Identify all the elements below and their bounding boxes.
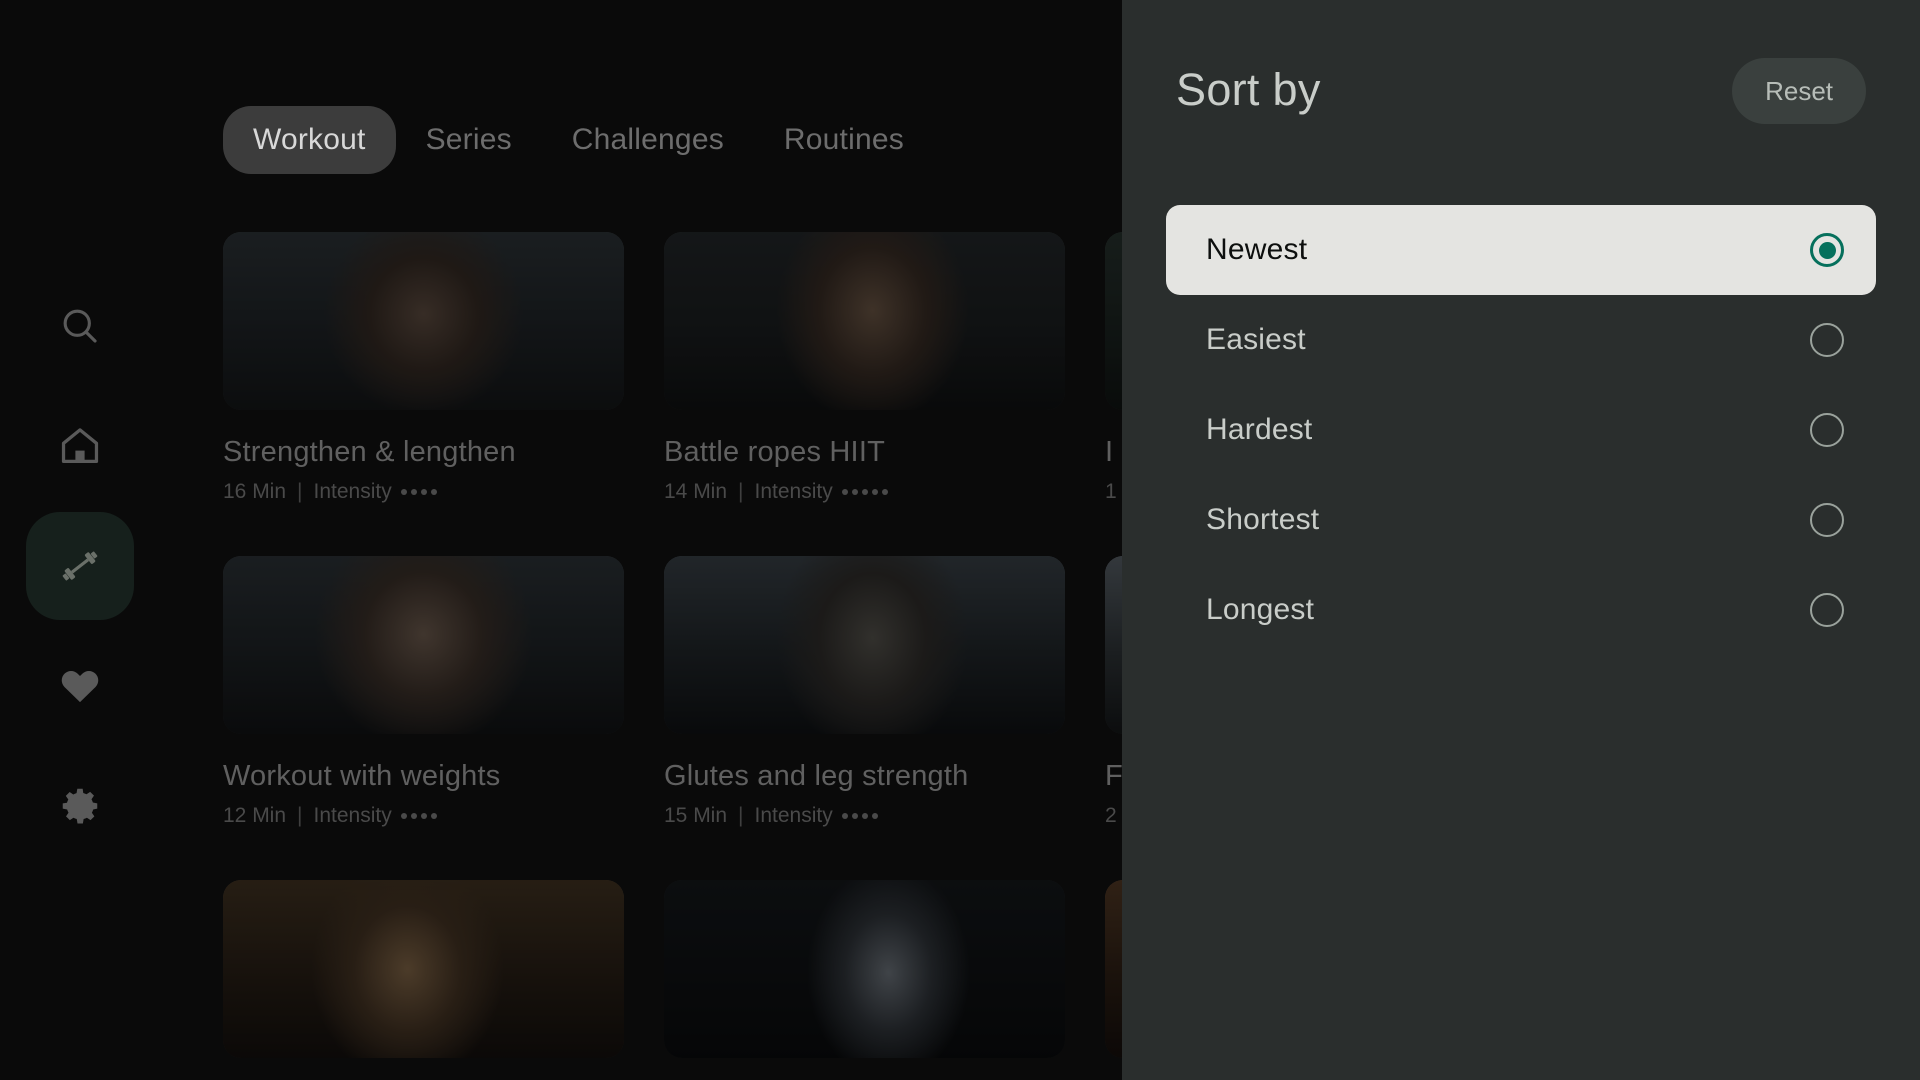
workout-title: Glutes and leg strength: [664, 760, 969, 792]
sidebar: [0, 0, 160, 1080]
home-icon: [57, 423, 103, 469]
intensity-label: Intensity: [754, 480, 833, 503]
meta-separator: |: [297, 804, 303, 827]
sort-option-shortest[interactable]: Shortest: [1166, 475, 1876, 565]
sidebar-item-workouts[interactable]: [26, 512, 134, 620]
workout-card[interactable]: Glutes and leg strength 15 Min | Intensi…: [664, 556, 1065, 828]
sidebar-item-search[interactable]: [26, 272, 134, 380]
sort-option-label: Shortest: [1206, 503, 1320, 536]
tab-challenges[interactable]: Challenges: [542, 106, 754, 174]
sort-option-newest[interactable]: Newest: [1166, 205, 1876, 295]
workout-title: Strengthen & lengthen: [223, 436, 516, 468]
workout-title: Workout with weights: [223, 760, 501, 792]
heart-icon: [57, 663, 103, 709]
intensity-label: Intensity: [313, 480, 392, 503]
sort-option-label: Hardest: [1206, 413, 1313, 446]
sidebar-item-settings[interactable]: [26, 752, 134, 860]
gear-icon: [57, 783, 103, 829]
intensity-label: Intensity: [313, 804, 392, 827]
search-icon: [58, 304, 102, 348]
workout-thumbnail: [664, 880, 1065, 1058]
workout-card[interactable]: [223, 880, 624, 1080]
meta-separator: |: [738, 804, 744, 827]
sort-option-hardest[interactable]: Hardest: [1166, 385, 1876, 475]
sidebar-item-favorites[interactable]: [26, 632, 134, 740]
sort-option-label: Longest: [1206, 593, 1315, 626]
tab-bar: Workout Series Challenges Routines: [223, 106, 934, 174]
sort-option-longest[interactable]: Longest: [1166, 565, 1876, 655]
radio-button[interactable]: [1810, 503, 1844, 537]
workout-meta: 16 Min | Intensity: [223, 480, 624, 504]
intensity-dots: [841, 813, 878, 819]
workout-card[interactable]: Battle ropes HIIT 14 Min | Intensity: [664, 232, 1065, 504]
workout-duration: 15 Min: [664, 804, 728, 827]
workout-duration: 1: [1105, 480, 1117, 503]
sort-option-label: Newest: [1206, 233, 1308, 266]
workout-thumbnail: [223, 232, 624, 410]
workout-meta: 15 Min | Intensity: [664, 804, 1065, 828]
meta-separator: |: [738, 480, 744, 503]
workout-duration: 12 Min: [223, 804, 287, 827]
panel-title: Sort by: [1176, 64, 1321, 115]
workout-card[interactable]: [664, 880, 1065, 1080]
workout-thumbnail: [223, 880, 624, 1058]
intensity-label: Intensity: [754, 804, 833, 827]
workout-meta: 12 Min | Intensity: [223, 804, 624, 828]
tab-routines[interactable]: Routines: [754, 106, 934, 174]
workout-thumbnail: [664, 556, 1065, 734]
intensity-dots: [400, 813, 437, 819]
meta-separator: |: [297, 480, 303, 503]
sort-panel: Sort by Reset Newest Easiest Hardest Sho…: [1122, 0, 1920, 1080]
radio-button-selected[interactable]: [1810, 233, 1844, 267]
workout-duration: 14 Min: [664, 480, 728, 503]
workout-duration: 16 Min: [223, 480, 287, 503]
workout-card[interactable]: Workout with weights 12 Min | Intensity: [223, 556, 624, 828]
app-root: Workout Series Challenges Routines Stren…: [0, 0, 1920, 1080]
intensity-dots: [400, 489, 437, 495]
workout-card[interactable]: Strengthen & lengthen 16 Min | Intensity: [223, 232, 624, 504]
sort-option-label: Easiest: [1206, 323, 1306, 356]
tab-series[interactable]: Series: [396, 106, 542, 174]
workout-meta: 14 Min | Intensity: [664, 480, 1065, 504]
radio-button[interactable]: [1810, 323, 1844, 357]
sort-options-list: Newest Easiest Hardest Shortest Longest: [1166, 205, 1876, 655]
reset-button[interactable]: Reset: [1732, 58, 1866, 124]
dumbbell-icon: [56, 542, 104, 590]
workout-thumbnail: [223, 556, 624, 734]
radio-button[interactable]: [1810, 413, 1844, 447]
intensity-dots: [841, 489, 888, 495]
sort-panel-header: Sort by Reset: [1176, 58, 1866, 138]
workout-title: Battle ropes HIIT: [664, 436, 885, 468]
workout-thumbnail: [664, 232, 1065, 410]
sort-option-easiest[interactable]: Easiest: [1166, 295, 1876, 385]
sidebar-item-home[interactable]: [26, 392, 134, 500]
tab-workout[interactable]: Workout: [223, 106, 396, 174]
radio-button[interactable]: [1810, 593, 1844, 627]
workout-duration: 2: [1105, 804, 1117, 827]
